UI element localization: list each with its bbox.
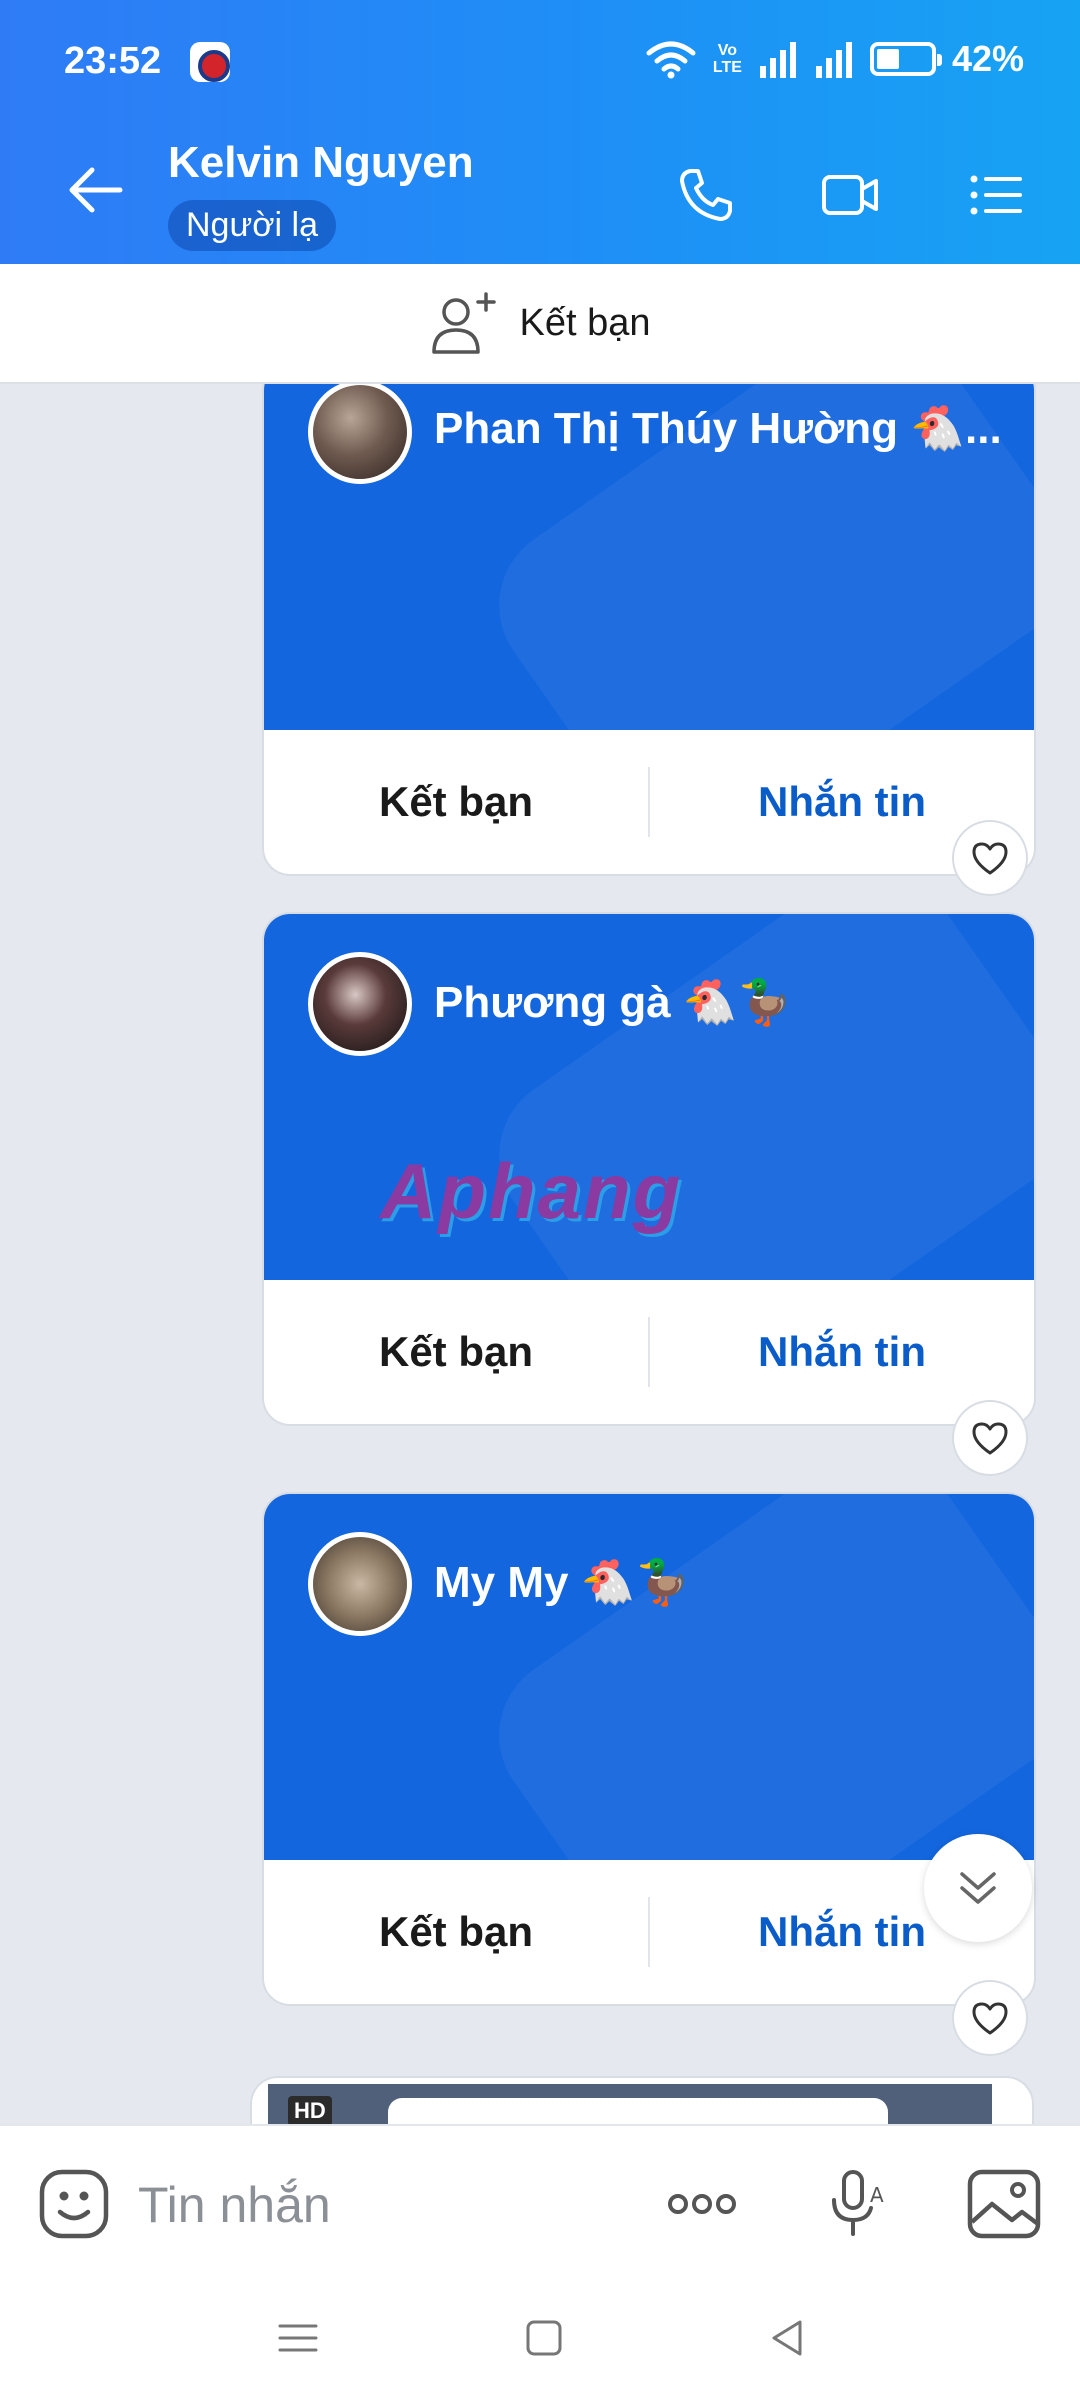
chat-area[interactable]: Phan Thị Thúy Hường 🐔... Kết bạn Nhắn ti… [0, 384, 1080, 2124]
back-arrow-icon[interactable] [62, 160, 132, 220]
battery-icon [869, 42, 942, 76]
contact-card: Phương gà 🐔🦆 Aphang Kết bạn Nhắn tin [264, 914, 1034, 1424]
phone-icon[interactable] [676, 165, 736, 225]
react-heart-button[interactable] [954, 1402, 1026, 1474]
battery-percent: 42% [951, 38, 1024, 79]
header: 23:52 Vo LTE 42% Kelvin Nguyen Người lạ [0, 0, 1080, 264]
signal-icon [759, 42, 796, 78]
message-image [268, 2084, 992, 2124]
image-content [388, 2098, 888, 2124]
card-decoration [467, 1494, 1034, 1860]
voice-mic-icon[interactable]: A [818, 2166, 894, 2242]
contact-card: Phan Thị Thúy Hường 🐔... Kết bạn Nhắn ti… [264, 384, 1034, 874]
volte-icon: Vo LTE [713, 42, 742, 76]
avatar[interactable] [308, 384, 412, 484]
scroll-to-bottom-button[interactable] [924, 1834, 1032, 1942]
wifi-icon [646, 41, 696, 79]
add-friend-button[interactable]: Kết bạn [264, 1328, 648, 1376]
card-contact-name[interactable]: Phan Thị Thúy Hường 🐔... [434, 402, 1002, 454]
volte-top: Vo [717, 42, 738, 59]
react-heart-button[interactable] [954, 822, 1026, 894]
avatar[interactable] [308, 1532, 412, 1636]
menu-list-icon[interactable] [966, 165, 1026, 225]
react-heart-button[interactable] [954, 1982, 1026, 2054]
image-message-preview[interactable]: HD [252, 2078, 1032, 2124]
hd-badge: HD [288, 2096, 332, 2124]
sticker-emoji-icon[interactable] [36, 2166, 112, 2242]
card-contact-name[interactable]: Phương gà 🐔🦆 [434, 976, 793, 1028]
svg-text:A: A [870, 2183, 884, 2207]
more-options-icon[interactable] [664, 2166, 740, 2242]
app-notification-icon [190, 42, 230, 82]
add-user-icon [431, 292, 496, 354]
home-icon[interactable] [520, 2314, 568, 2362]
send-message-button[interactable]: Nhắn tin [650, 778, 1034, 826]
add-friend-button[interactable]: Kết bạn [264, 1908, 648, 1956]
contact-name[interactable]: Kelvin Nguyen [168, 138, 474, 188]
volte-bottom: LTE [712, 59, 742, 76]
system-nav-bar [0, 2274, 1080, 2400]
contact-card: My My 🐔🦆 Kết bạn Nhắn tin [264, 1494, 1034, 2004]
add-friend-button[interactable]: Kết bạn [264, 778, 648, 826]
message-input[interactable]: Tin nhắn [138, 2176, 331, 2234]
add-friend-bar[interactable]: Kết bạn [0, 264, 1080, 384]
card-actions: Kết bạn Nhắn tin [264, 1860, 1034, 2004]
card-cover: My My 🐔🦆 [264, 1494, 1034, 1860]
image-gallery-icon[interactable] [966, 2166, 1042, 2242]
heart-icon [972, 1422, 1008, 1455]
add-friend-label: Kết bạn [519, 301, 651, 344]
status-icons: Vo LTE 42% [645, 38, 1024, 80]
recent-apps-icon[interactable] [274, 2314, 322, 2362]
double-chevron-down-icon [960, 1872, 996, 1904]
back-nav-icon[interactable] [764, 2314, 812, 2362]
video-call-icon[interactable] [820, 165, 880, 225]
status-bar: 23:52 Vo LTE 42% [0, 0, 1080, 125]
watermark-logo: Aphang [380, 1147, 683, 1235]
heart-icon [972, 2002, 1008, 2035]
card-cover: Phương gà 🐔🦆 Aphang [264, 914, 1034, 1280]
status-time: 23:52 [64, 40, 162, 82]
message-input-bar: Tin nhắn A [0, 2124, 1080, 2274]
card-contact-name[interactable]: My My 🐔🦆 [434, 1556, 690, 1608]
signal-icon-2 [815, 42, 852, 78]
card-actions: Kết bạn Nhắn tin [264, 730, 1034, 874]
send-message-button[interactable]: Nhắn tin [650, 1328, 1034, 1376]
card-actions: Kết bạn Nhắn tin [264, 1280, 1034, 1424]
heart-icon [972, 842, 1008, 875]
stranger-badge: Người lạ [168, 200, 336, 251]
card-cover: Phan Thị Thúy Hường 🐔... [264, 384, 1034, 730]
avatar[interactable] [308, 952, 412, 1056]
